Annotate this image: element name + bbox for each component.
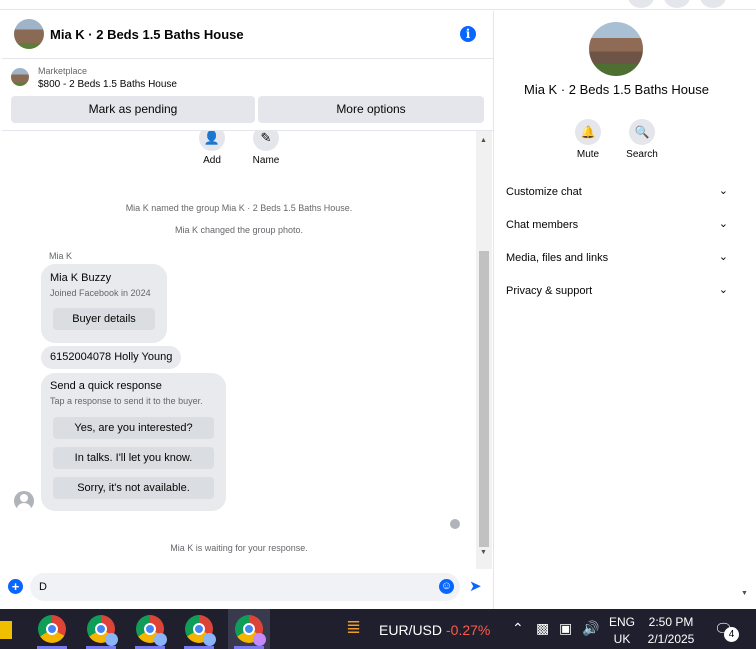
add-people-button[interactable]: 👤 Add [192, 131, 232, 166]
message-input[interactable] [30, 573, 460, 601]
section-label: Privacy & support [506, 285, 593, 297]
quick-response-option[interactable]: In talks. I'll let you know. [53, 447, 214, 469]
listing-thumbnail[interactable] [11, 68, 29, 86]
system-message: Mia K named the group Mia K · 2 Beds 1.5… [125, 203, 353, 213]
details-panel: Mia K · 2 Beds 1.5 Baths House 🔔 Mute 🔍 … [495, 11, 756, 609]
meet-icon[interactable]: ▩ [536, 620, 549, 637]
chrome-profile-icon[interactable] [136, 615, 167, 646]
section-privacy-support[interactable]: Privacy & support ⌄ [506, 284, 728, 305]
taskbar: ≣ EUR/USD -0.27% ⌃ ▩ ▣ 🔊 ENG UK 2:50 PM … [0, 609, 756, 649]
profile-name: Mia K Buzzy [50, 272, 112, 284]
add-label: Add [203, 155, 221, 166]
currency-pair[interactable]: EUR/USD [379, 622, 442, 638]
marketplace-banner: Marketplace $800 - 2 Beds 1.5 Baths Hous… [2, 59, 494, 131]
section-customize-chat[interactable]: Customize chat ⌄ [506, 185, 728, 206]
clock-time: 2:50 PM [648, 615, 694, 629]
language-indicator[interactable]: ENG UK [609, 614, 635, 648]
quick-response-subtitle: Tap a response to send it to the buyer. [50, 396, 203, 406]
buyer-details-button[interactable]: Buyer details [53, 308, 155, 330]
scroll-down-icon[interactable]: ▼ [480, 549, 487, 556]
currency-change: -0.27% [446, 622, 491, 638]
lang-code: ENG [609, 615, 636, 629]
system-message: Mia K changed the group photo. [174, 225, 304, 235]
clock-date: 2/1/2025 [647, 632, 695, 646]
sender-name: Mia K [49, 251, 73, 261]
scroll-up-icon[interactable]: ▲ [480, 137, 487, 144]
listing-title[interactable]: $800 - 2 Beds 1.5 Baths House [38, 79, 177, 90]
emoji-icon[interactable]: ☺ [439, 579, 454, 594]
chevron-down-icon: ⌄ [718, 218, 728, 230]
chat-header: Mia K · 2 Beds 1.5 Baths House i [2, 11, 494, 59]
lang-region: UK [613, 632, 631, 646]
bell-icon: 🔔 [575, 119, 601, 145]
top-avatar-icon[interactable] [664, 0, 690, 8]
chat-window: Mia K · 2 Beds 1.5 Baths House i Marketp… [2, 11, 494, 609]
sticky-notes-icon[interactable] [0, 621, 12, 639]
pencil-icon: ✎ [253, 131, 279, 151]
composer: + ☺ ➤ [2, 571, 494, 609]
name-group-button[interactable]: ✎ Name [246, 131, 286, 166]
info-icon[interactable]: i [460, 26, 476, 42]
sender-avatar[interactable] [14, 491, 34, 511]
quick-response-option[interactable]: Yes, are you interested? [53, 417, 214, 439]
mark-pending-button[interactable]: Mark as pending [11, 96, 255, 123]
section-label: Media, files and links [506, 252, 609, 264]
chevron-up-icon[interactable]: ⌃ [512, 620, 524, 637]
top-strip [0, 0, 756, 10]
network-icon[interactable]: ▣ [559, 620, 572, 637]
chrome-icon[interactable] [38, 615, 66, 643]
chevron-down-icon: ⌄ [718, 284, 728, 296]
mute-label: Mute [576, 149, 600, 160]
search-icon: 🔍 [629, 119, 655, 145]
section-label: Chat members [506, 219, 579, 231]
feed-scrollbar[interactable]: ▲ ▼ [476, 131, 492, 569]
message-feed: 👤 Add ✎ Name Mia K named the group Mia K… [2, 131, 476, 569]
mute-button[interactable]: 🔔 Mute [558, 119, 618, 160]
chrome-profile-icon[interactable] [185, 615, 216, 646]
seen-indicator [450, 519, 460, 529]
top-avatar-icon[interactable] [700, 0, 726, 8]
add-person-icon: 👤 [199, 131, 225, 151]
quick-response-card: Send a quick response Tap a response to … [41, 373, 226, 511]
volume-icon[interactable]: 🔊 [582, 620, 599, 637]
currency-widget-icon[interactable]: ≣ [346, 617, 361, 638]
chevron-down-icon: ⌄ [718, 251, 728, 263]
text-message: 6152004078 Holly Young [41, 346, 181, 369]
marketplace-label: Marketplace [38, 66, 88, 76]
section-chat-members[interactable]: Chat members ⌄ [506, 218, 728, 239]
profile-joined: Joined Facebook in 2024 [50, 288, 151, 298]
search-label: Search [626, 149, 658, 160]
group-name: Mia K · 2 Beds 1.5 Baths House [524, 82, 709, 97]
send-icon[interactable]: ➤ [469, 577, 482, 595]
chrome-profile-icon[interactable] [87, 615, 118, 646]
group-avatar[interactable] [14, 19, 44, 49]
quick-response-title: Send a quick response [50, 380, 162, 392]
clock[interactable]: 2:50 PM 2/1/2025 [645, 614, 697, 648]
top-avatar-icon[interactable] [628, 0, 654, 8]
group-photo[interactable] [589, 22, 643, 76]
scroll-thumb[interactable] [479, 251, 489, 547]
section-media-files-links[interactable]: Media, files and links ⌄ [506, 251, 728, 272]
notification-badge: 4 [724, 627, 739, 642]
name-label: Name [252, 155, 280, 166]
chevron-down-icon: ⌄ [718, 185, 728, 197]
quick-response-option[interactable]: Sorry, it's not available. [53, 477, 214, 499]
message-text: 6152004078 Holly Young [50, 351, 173, 363]
profile-card: Mia K Buzzy Joined Facebook in 2024 Buye… [41, 264, 167, 343]
chat-title[interactable]: Mia K · 2 Beds 1.5 Baths House [50, 27, 244, 42]
more-options-button[interactable]: More options [258, 96, 484, 123]
section-label: Customize chat [506, 186, 582, 198]
waiting-message: Mia K is waiting for your response. [170, 543, 308, 553]
page-scroll-down-icon[interactable]: ▼ [741, 590, 748, 597]
chrome-profile-icon[interactable] [235, 615, 266, 646]
plus-icon[interactable]: + [8, 579, 23, 594]
search-button[interactable]: 🔍 Search [612, 119, 672, 160]
